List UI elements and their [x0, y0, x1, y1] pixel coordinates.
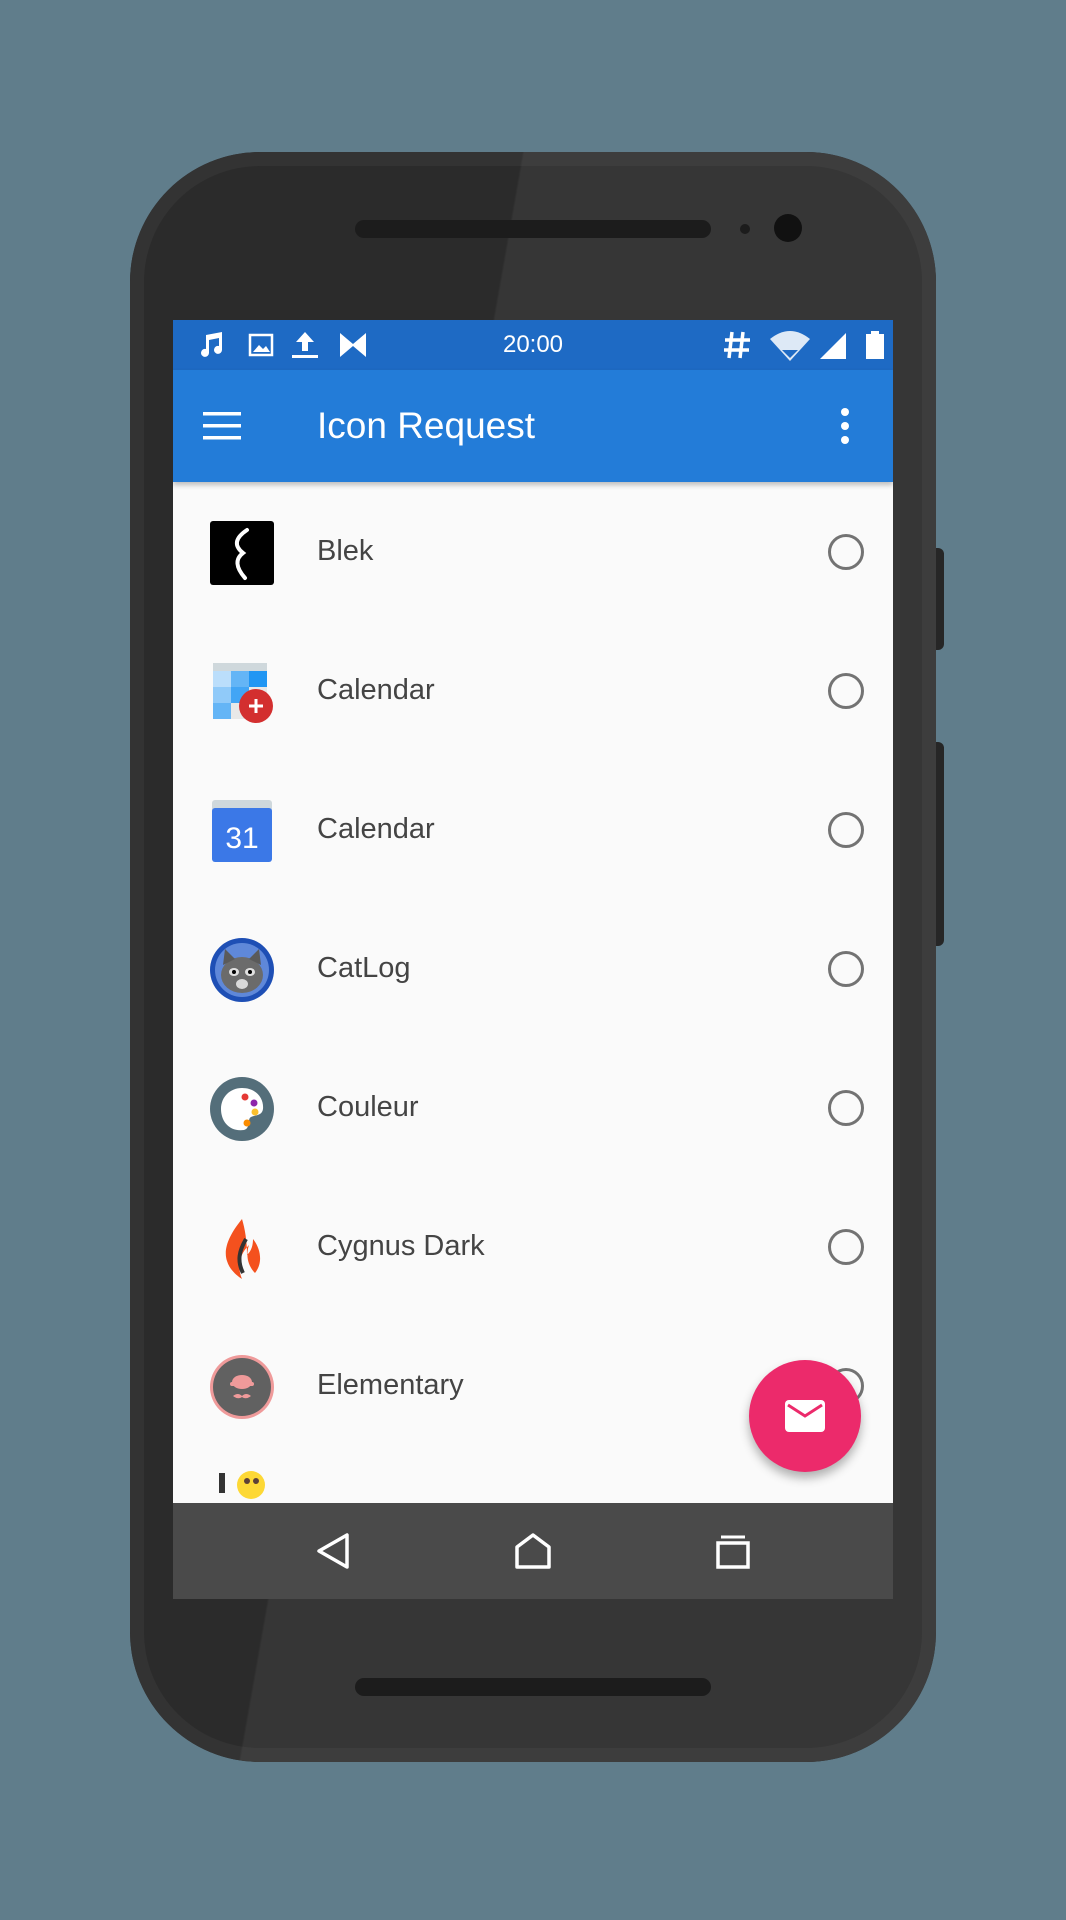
- list-item[interactable]: Blek: [173, 482, 893, 621]
- app-name: Cygnus Dark: [317, 1230, 485, 1262]
- list-item[interactable]: Couleur: [173, 1038, 893, 1177]
- select-radio[interactable]: [828, 534, 864, 570]
- select-radio[interactable]: [828, 1090, 864, 1126]
- home-icon[interactable]: [511, 1529, 555, 1573]
- calendar-day-number: 31: [225, 822, 258, 855]
- select-radio[interactable]: [828, 1229, 864, 1265]
- app-name: Elementary: [317, 1369, 464, 1401]
- list-item[interactable]: 31 Calendar: [173, 760, 893, 899]
- app-name: Calendar: [317, 674, 435, 706]
- earpiece-speaker: [355, 220, 711, 238]
- back-icon[interactable]: [311, 1529, 355, 1573]
- bottom-speaker: [355, 1678, 711, 1696]
- list-item[interactable]: Calendar: [173, 621, 893, 760]
- blek-app-icon: [210, 521, 274, 585]
- select-radio[interactable]: [828, 673, 864, 709]
- status-bar: 20:00: [173, 320, 893, 370]
- hash-icon: [724, 331, 750, 359]
- wifi-icon: [770, 331, 810, 361]
- more-vert-icon[interactable]: [833, 406, 857, 446]
- cygnus-flame-app-icon: [225, 1219, 261, 1279]
- list-item[interactable]: Cygnus Dark: [173, 1177, 893, 1316]
- send-email-fab[interactable]: [749, 1360, 861, 1472]
- hamburger-menu-icon[interactable]: [203, 406, 243, 446]
- app-list: Blek Calendar 31 Calendar CatLog Couleur…: [173, 482, 893, 1515]
- catlog-app-icon: [210, 938, 274, 1002]
- list-item[interactable]: CatLog: [173, 899, 893, 1038]
- app-name: Blek: [317, 535, 374, 567]
- power-button: [936, 548, 944, 650]
- calendar-add-app-icon: [213, 663, 273, 723]
- email-icon: [785, 1400, 825, 1432]
- google-calendar-app-icon: 31: [212, 800, 272, 862]
- battery-icon: [866, 331, 884, 359]
- front-camera: [774, 214, 802, 242]
- proximity-sensor: [740, 224, 750, 234]
- recents-icon[interactable]: [711, 1529, 755, 1573]
- app-screen: 20:00 Icon Request Blek Calendar 31 Cale…: [173, 320, 893, 1599]
- select-radio[interactable]: [828, 951, 864, 987]
- app-name: CatLog: [317, 952, 411, 984]
- page-title: Icon Request: [317, 405, 536, 446]
- elementary-app-icon: [210, 1355, 274, 1419]
- toolbar: Icon Request: [173, 370, 893, 482]
- volume-button: [936, 742, 944, 946]
- select-radio[interactable]: [828, 812, 864, 848]
- navigation-bar: [173, 1503, 893, 1599]
- couleur-palette-app-icon: [210, 1077, 274, 1141]
- app-name: Calendar: [317, 813, 435, 845]
- app-name: Couleur: [317, 1091, 419, 1123]
- signal-icon: [820, 333, 846, 359]
